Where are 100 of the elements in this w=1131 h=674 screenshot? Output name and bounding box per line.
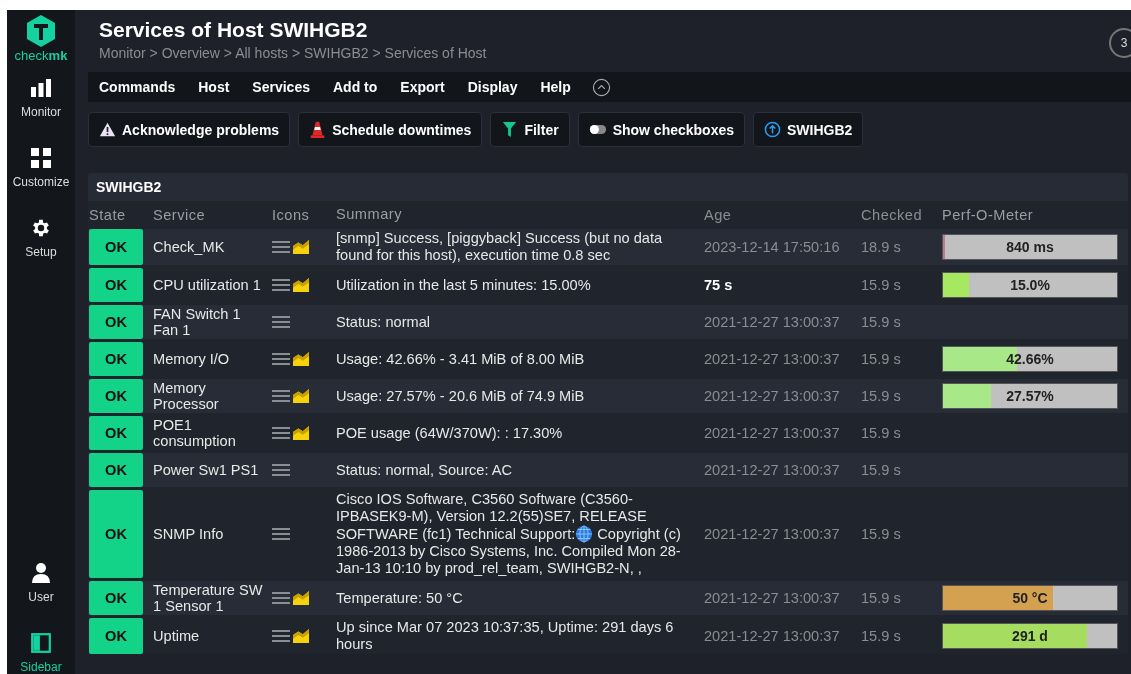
action-button[interactable]: SWIHGB2 xyxy=(753,112,864,147)
bar-chart-icon xyxy=(30,77,52,99)
column-header[interactable]: State xyxy=(88,205,144,224)
graph-icon[interactable] xyxy=(292,239,310,255)
graph-icon[interactable] xyxy=(292,351,310,367)
action-button[interactable]: Filter xyxy=(490,112,570,147)
graph-icon[interactable] xyxy=(292,628,310,644)
nav-item[interactable]: Customize xyxy=(12,147,70,189)
menu-item[interactable]: Add to xyxy=(332,79,378,95)
age-text: 2021-12-27 13:00:37 xyxy=(704,462,840,478)
age-text: 2021-12-27 13:00:37 xyxy=(704,590,840,606)
state-badge: OK xyxy=(89,379,143,413)
action-button[interactable]: Acknowledge problems xyxy=(88,112,291,147)
column-header[interactable]: Service xyxy=(144,205,267,224)
menu-item[interactable]: Commands xyxy=(99,79,176,95)
checked-text: 15.9 s xyxy=(861,425,901,441)
settings-icon xyxy=(30,217,52,239)
summary-text: Utilization in the last 5 minutes: 15.00% xyxy=(336,276,591,294)
logo-icon xyxy=(26,14,56,48)
age-text: 2021-12-27 13:00:37 xyxy=(704,351,840,367)
sidebar-icon xyxy=(30,632,52,654)
column-header[interactable]: Age xyxy=(700,205,857,224)
menu-icon[interactable] xyxy=(272,314,290,330)
age-text: 75 s xyxy=(704,277,733,293)
state-badge: OK xyxy=(89,305,143,339)
service-name[interactable]: Check_MK xyxy=(153,239,225,255)
column-header[interactable]: Perf-O-Meter xyxy=(938,205,1128,224)
graph-icon[interactable] xyxy=(292,388,310,404)
age-text: 2021-12-27 13:00:37 xyxy=(704,526,840,542)
menu-icon[interactable] xyxy=(272,388,290,404)
globe-icon[interactable] xyxy=(575,525,594,543)
logo-text: checkmk xyxy=(14,48,68,63)
service-name[interactable]: POE1 consumption xyxy=(153,417,263,449)
traffic-cone-icon xyxy=(309,121,327,138)
service-name[interactable]: Memory Processor xyxy=(153,380,263,412)
summary-text: Cisco IOS Software, C3560 Software (C3560-IPBASEK9-M), Version 12.2(55)SE7, RELEASE SOFTWARE (fc1) Technical Support: Copyright (c) 1986-2013 by Cisco Systems, Inc. Compiled Mon 28-Jan-13 10:10 by prod_rel_team, SWIHGB2-N, , xyxy=(336,491,682,577)
perf-o-meter: 27.57% xyxy=(942,383,1118,409)
checked-text: 15.9 s xyxy=(861,351,901,367)
pending-counter[interactable]: 3 xyxy=(1109,28,1131,58)
checked-text: 15.9 s xyxy=(861,526,901,542)
action-button[interactable]: Show checkboxes xyxy=(577,112,746,147)
column-header[interactable]: Icons xyxy=(267,205,332,224)
state-badge: OK xyxy=(89,229,143,265)
collapse-icon[interactable] xyxy=(591,77,611,97)
graph-icon[interactable] xyxy=(292,277,310,293)
column-header[interactable]: Summary xyxy=(332,205,700,224)
menu-icon[interactable] xyxy=(272,526,290,542)
checked-text: 15.9 s xyxy=(861,628,901,644)
state-badge: OK xyxy=(89,581,143,615)
checked-text: 15.9 s xyxy=(861,277,901,293)
action-button[interactable]: Schedule downtimes xyxy=(298,112,483,147)
service-name[interactable]: FAN Switch 1 Fan 1 xyxy=(153,306,263,338)
service-name[interactable]: Temperature SW 1 Sensor 1 xyxy=(153,582,263,614)
graph-icon[interactable] xyxy=(292,425,310,441)
column-header[interactable]: Checked xyxy=(857,205,938,224)
state-badge: OK xyxy=(89,416,143,450)
checked-text: 15.9 s xyxy=(861,590,901,606)
summary-text: Usage: 42.66% - 3.41 MiB of 8.00 MiB xyxy=(336,350,585,368)
breadcrumb: Monitor > Overview > All hosts > SWIHGB2 > Services of Host xyxy=(99,45,487,61)
filter-icon xyxy=(501,121,519,138)
service-name[interactable]: Power Sw1 PS1 xyxy=(153,462,259,478)
summary-text: POE usage (64W/370W): : 17.30% xyxy=(336,424,563,442)
menu-item[interactable]: Host xyxy=(198,79,230,95)
perf-o-meter: 291 d xyxy=(942,623,1118,649)
nav-item[interactable]: Monitor xyxy=(21,77,61,119)
menu-icon[interactable] xyxy=(272,277,290,293)
state-badge: OK xyxy=(89,453,143,487)
state-badge: OK xyxy=(89,342,143,376)
nav-item[interactable]: User xyxy=(28,562,54,604)
menu-item[interactable]: Services xyxy=(252,79,310,95)
graph-icon[interactable] xyxy=(292,590,310,606)
summary-text: Temperature: 50 °C xyxy=(336,589,463,607)
state-badge: OK xyxy=(89,490,143,578)
perf-o-meter: 840 ms xyxy=(942,234,1118,260)
service-name[interactable]: SNMP Info xyxy=(153,526,224,542)
menu-icon[interactable] xyxy=(272,239,290,255)
service-name[interactable]: Memory I/O xyxy=(153,351,230,367)
perf-o-meter: 50 °C xyxy=(942,585,1118,611)
menu-item[interactable]: Display xyxy=(467,79,518,95)
menu-item[interactable]: Export xyxy=(400,79,445,95)
summary-text: Up since Mar 07 2023 10:37:35, Uptime: 291 days 6 hours xyxy=(336,619,675,653)
service-name[interactable]: CPU utilization 1 xyxy=(153,277,261,293)
summary-text: Usage: 27.57% - 20.6 MiB of 74.9 MiB xyxy=(336,387,585,405)
service-name[interactable]: Uptime xyxy=(153,628,200,644)
age-text: 2021-12-27 13:00:37 xyxy=(704,314,840,330)
menu-icon[interactable] xyxy=(272,628,290,644)
checked-text: 15.9 s xyxy=(861,314,901,330)
nav-item[interactable]: Sidebar xyxy=(20,632,62,674)
grid-icon xyxy=(30,147,52,169)
summary-text: [snmp] Success, [piggyback] Success (but no data found for this host), execution time 0.8 sec xyxy=(336,230,664,264)
menu-icon[interactable] xyxy=(272,590,290,606)
age-text: 2023-12-14 17:50:16 xyxy=(704,239,840,255)
menu-item[interactable]: Help xyxy=(540,79,571,95)
perf-o-meter: 15.0% xyxy=(942,272,1118,298)
nav-item[interactable]: Setup xyxy=(25,217,57,259)
menu-icon[interactable] xyxy=(272,462,290,478)
menu-icon[interactable] xyxy=(272,351,290,367)
warning-icon xyxy=(99,121,116,138)
page-title: Services of Host SWIHGB2 xyxy=(99,18,369,42)
menu-icon[interactable] xyxy=(272,425,290,441)
